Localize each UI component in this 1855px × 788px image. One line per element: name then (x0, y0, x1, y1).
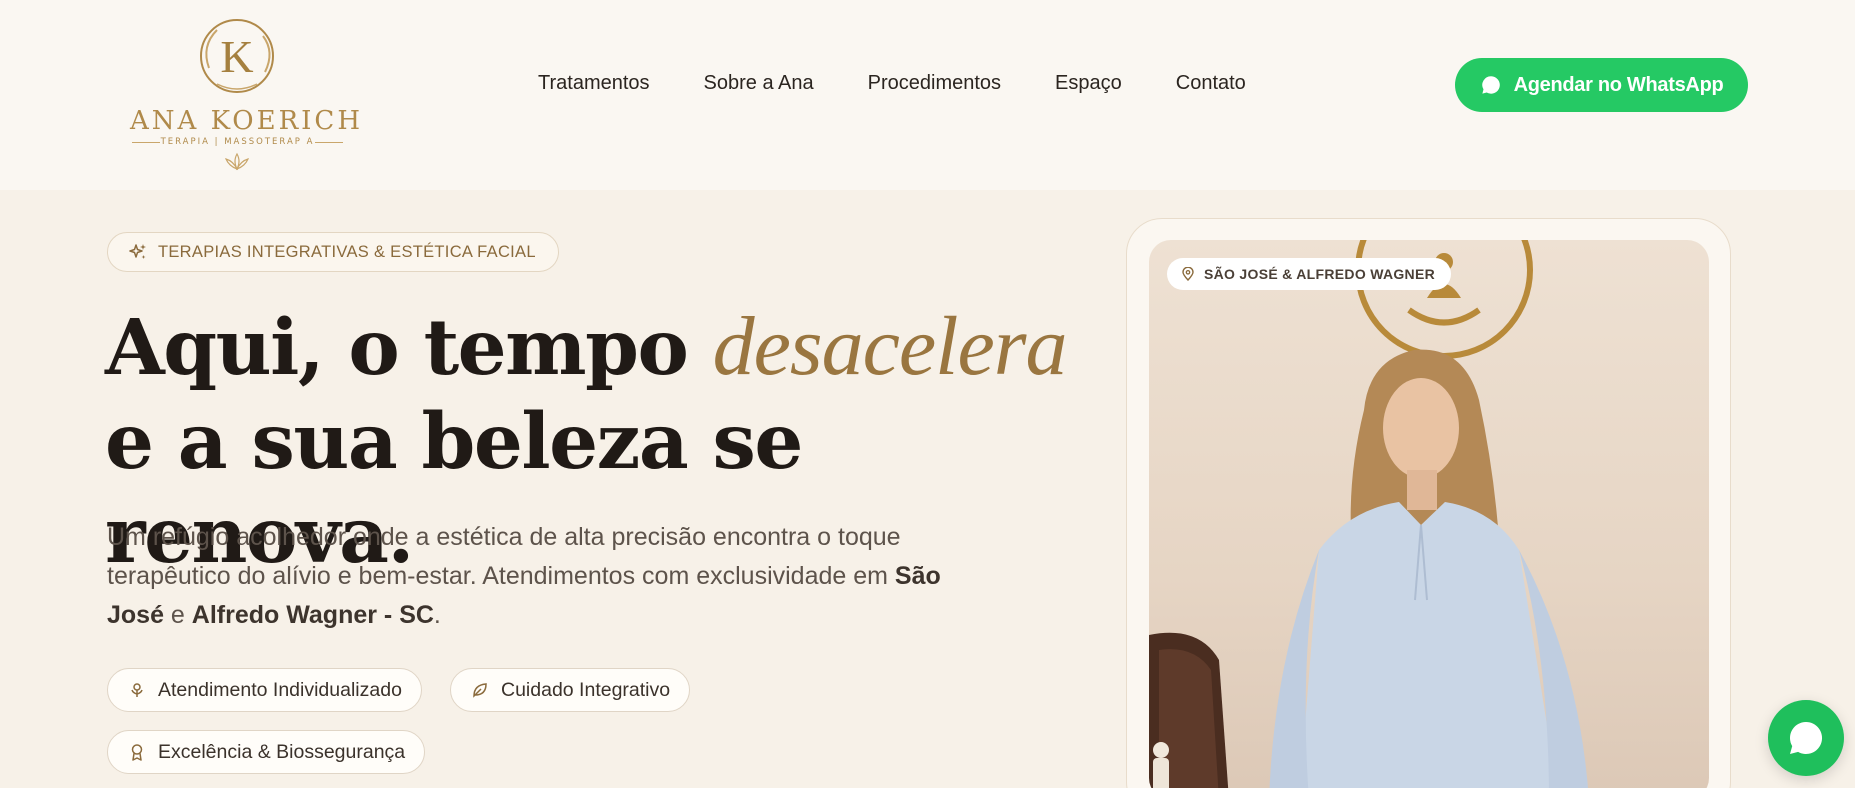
award-icon (131, 744, 143, 761)
location-badge-label: SÃO JOSÉ & ALFREDO WAGNER (1204, 266, 1436, 282)
nav-item-tratamentos[interactable]: Tratamentos (538, 72, 650, 102)
hero-intro: Um refúgio acolhedor onde a estética de … (107, 518, 987, 635)
category-badge-label: TERAPIAS INTEGRATIVAS & ESTÉTICA FACIAL (158, 242, 536, 261)
sparkles-icon (129, 244, 146, 259)
nav-item-contato[interactable]: Contato (1176, 72, 1246, 102)
floating-whatsapp-button[interactable] (1768, 700, 1844, 776)
map-pin-icon (1182, 267, 1194, 281)
feature-pill-biosseguranca: Excelência & Biossegurança (107, 730, 426, 774)
whatsapp-icon (1481, 76, 1500, 94)
intro-text-1: Um refúgio acolhedor onde a estética de … (107, 523, 901, 590)
whatsapp-chat-icon (1789, 722, 1823, 754)
nav-item-sobre[interactable]: Sobre a Ana (704, 72, 814, 102)
feature-pill-biosseguranca-label: Excelência & Biossegurança (158, 740, 406, 763)
svg-text:K: K (220, 31, 253, 82)
whatsapp-booking-label: Agendar no WhatsApp (1513, 73, 1724, 96)
therapist-photo (1149, 240, 1709, 788)
lotus-icon (224, 152, 250, 171)
logo-divider-right (315, 142, 343, 143)
brand-tagline: TERAPIA | MASSOTERAP A (160, 137, 315, 147)
category-badge: TERAPIAS INTEGRATIVAS & ESTÉTICA FACIAL (107, 232, 559, 272)
feature-pill-integrativo: Cuidado Integrativo (450, 668, 691, 712)
headline-part1: Aqui, o tempo (105, 303, 713, 393)
headline-accent: desacelera (712, 300, 1068, 393)
brand-name: ANA KOERICH (130, 106, 364, 136)
brand-logo[interactable]: K ANA KOERICH TERAPIA | MASSOTERAP A (130, 14, 364, 171)
leaf-icon (473, 683, 487, 698)
flower-icon (131, 683, 143, 697)
feature-pill-individual-label: Atendimento Individualizado (158, 678, 402, 701)
intro-text-3: . (433, 601, 441, 629)
monogram-logo-icon: K (200, 19, 274, 93)
therapist-illustration (1149, 240, 1589, 788)
intro-text-2: e (163, 601, 192, 629)
nav-item-espaco[interactable]: Espaço (1055, 72, 1122, 102)
intro-city-2: Alfredo Wagner - SC (191, 601, 434, 629)
feature-pill-integrativo-label: Cuidado Integrativo (501, 678, 671, 701)
location-badge: SÃO JOSÉ & ALFREDO WAGNER (1167, 258, 1452, 290)
whatsapp-booking-button[interactable]: Agendar no WhatsApp (1455, 58, 1748, 112)
site-header: K ANA KOERICH TERAPIA | MASSOTERAP A Tra… (0, 0, 1855, 190)
feature-pill-individual: Atendimento Individualizado (107, 668, 422, 712)
main-nav: Tratamentos Sobre a Ana Procedimentos Es… (538, 72, 1300, 102)
nav-item-procedimentos[interactable]: Procedimentos (868, 72, 1001, 102)
